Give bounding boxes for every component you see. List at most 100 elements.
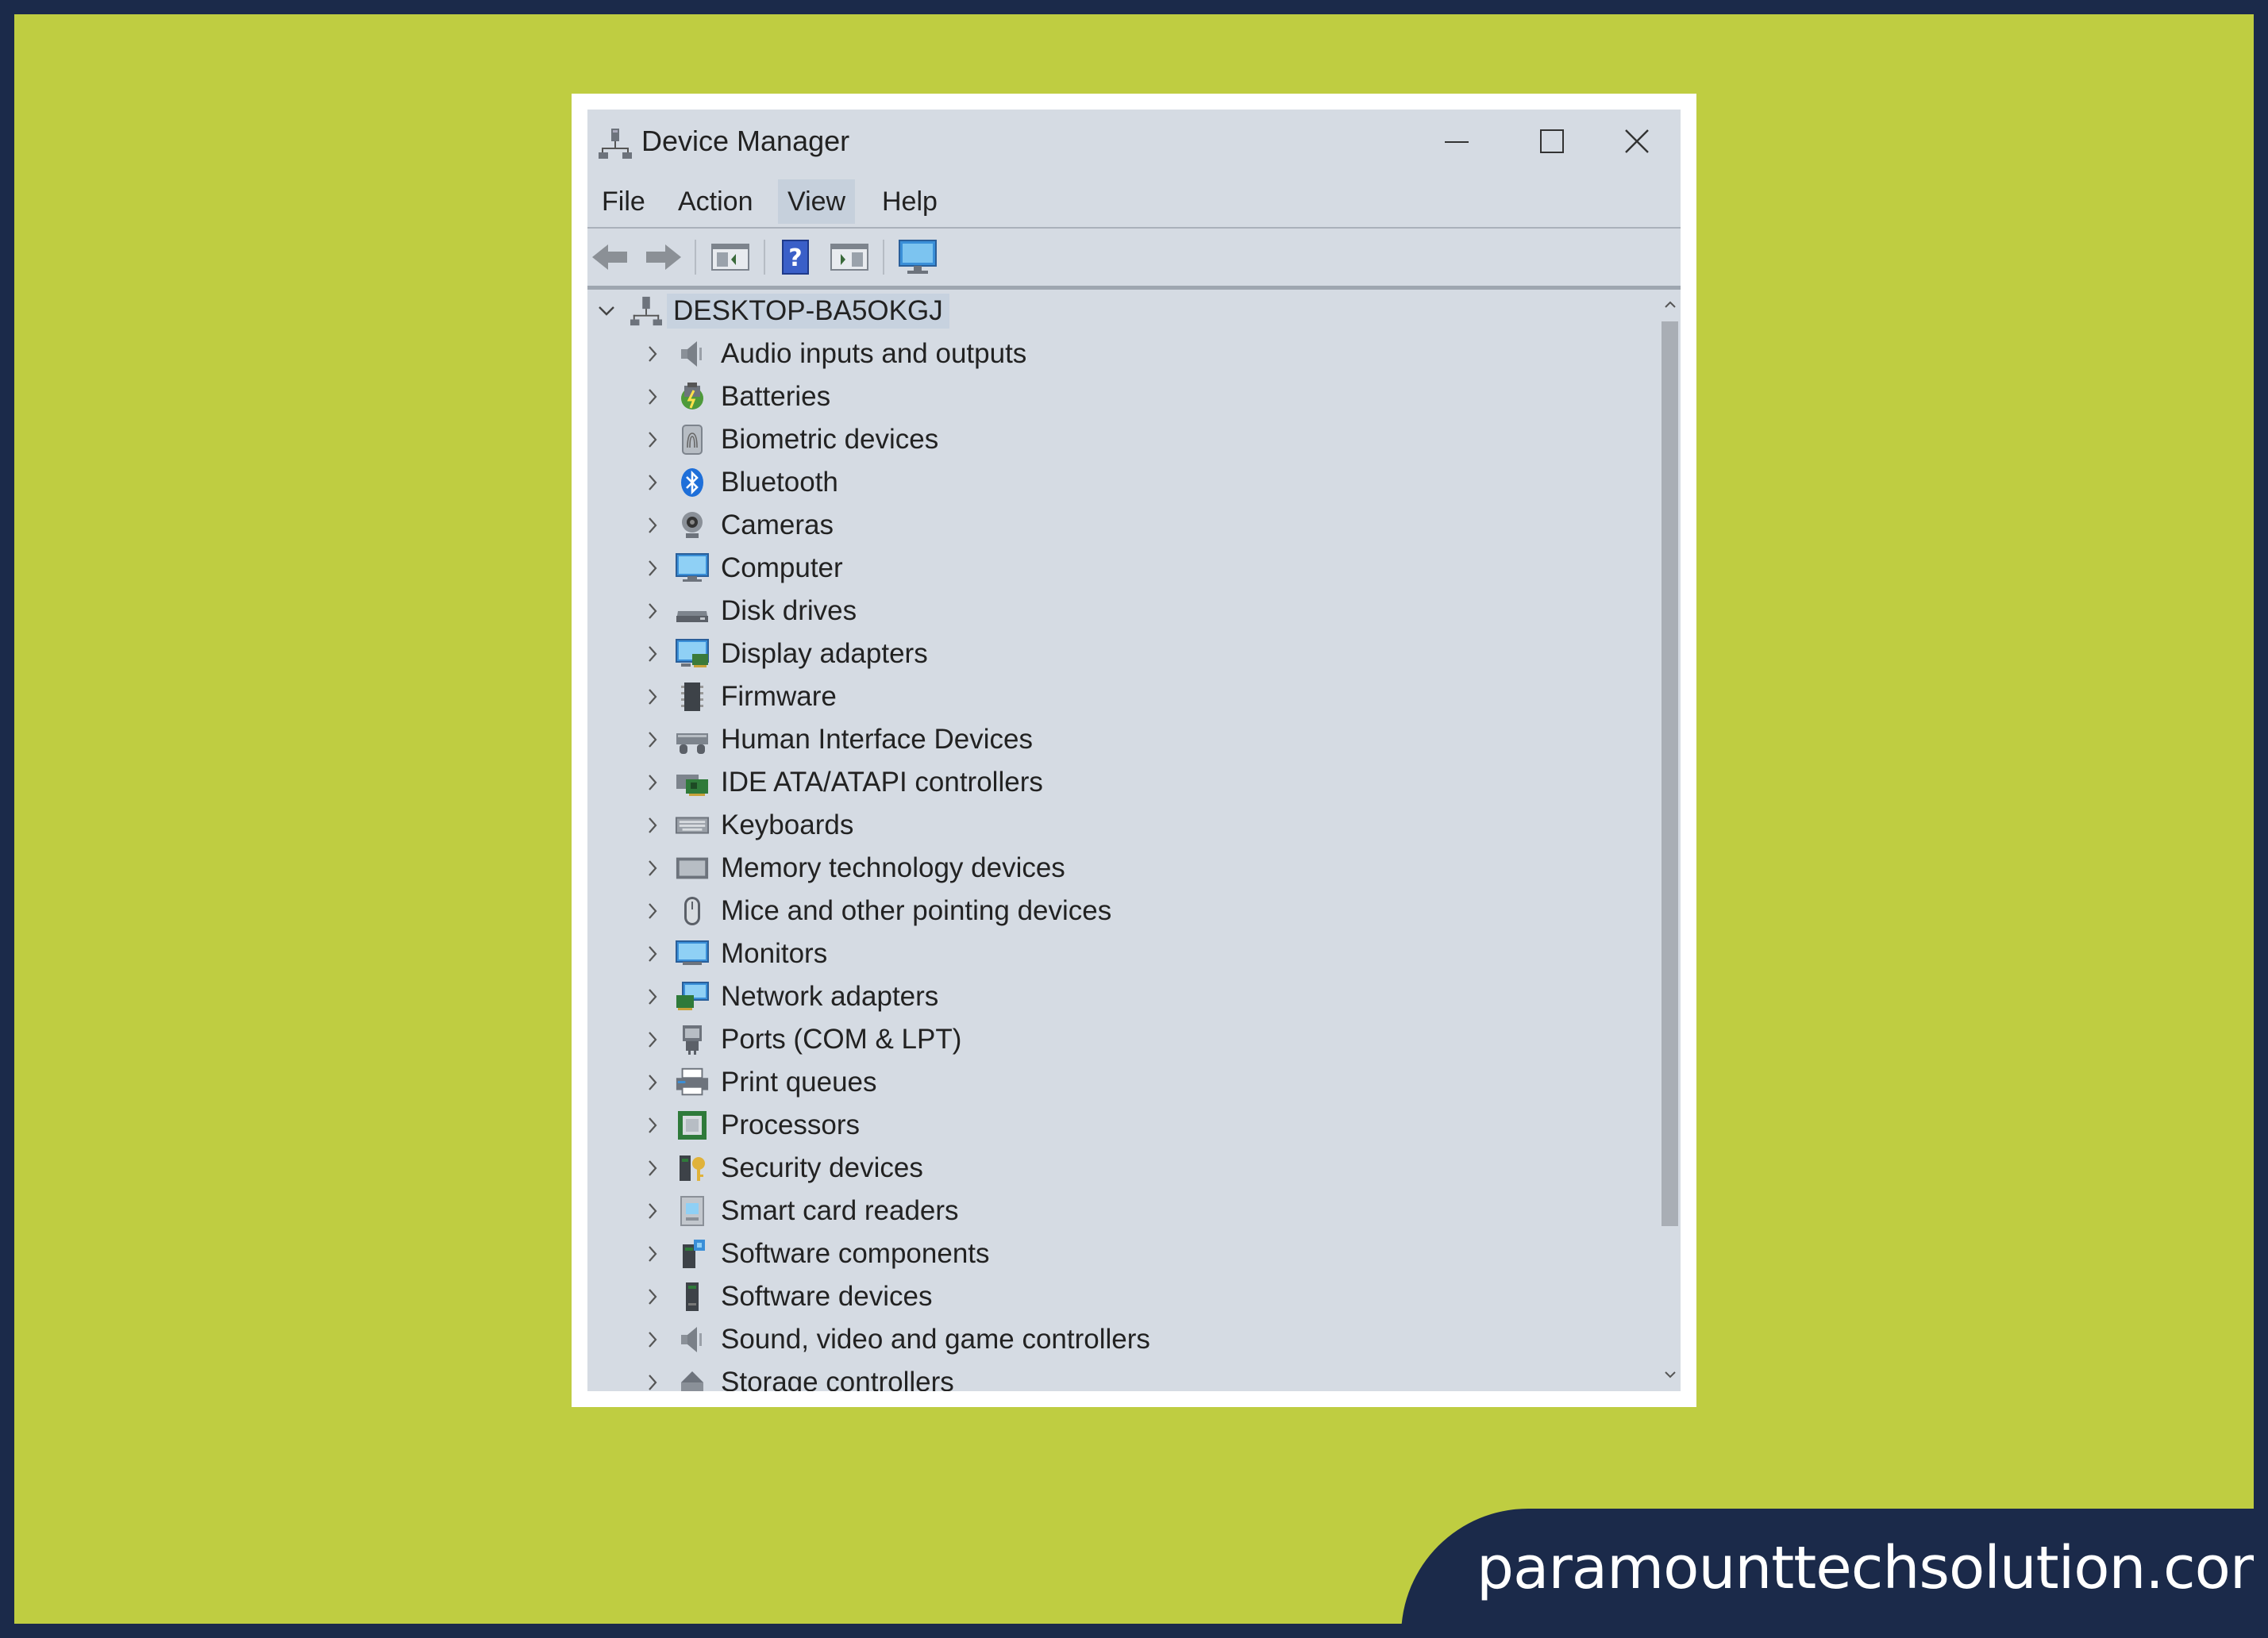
port-icon [675, 1022, 710, 1057]
tree-item[interactable]: Print queues [643, 1061, 877, 1104]
minimize-icon [1445, 141, 1469, 143]
scan-hardware-icon [899, 240, 937, 274]
tree-item[interactable]: Batteries [643, 375, 830, 418]
chevron-right-icon[interactable] [643, 1287, 662, 1306]
toolbar-separator [764, 240, 765, 275]
help-button[interactable]: ? [773, 236, 818, 278]
device-manager-icon [599, 129, 632, 159]
chevron-right-icon[interactable] [643, 1244, 662, 1263]
show-action-pane-button[interactable] [827, 236, 872, 278]
chevron-right-icon[interactable] [643, 344, 662, 363]
chevron-up-icon [1664, 301, 1676, 308]
tree-item-label: Network adapters [721, 981, 939, 1012]
chevron-right-icon[interactable] [643, 859, 662, 878]
tree-item[interactable]: Processors [643, 1104, 860, 1147]
chevron-right-icon[interactable] [643, 902, 662, 921]
tree-item-label: Security devices [721, 1152, 923, 1183]
close-button[interactable] [1589, 110, 1681, 173]
tree-item[interactable]: Monitors [643, 932, 827, 975]
tree-item[interactable]: Display adapters [643, 633, 928, 675]
chevron-right-icon[interactable] [643, 559, 662, 578]
tree-item[interactable]: Software devices [643, 1275, 933, 1318]
menu-action[interactable]: Action [668, 179, 763, 224]
chevron-right-icon[interactable] [643, 944, 662, 963]
svg-text:?: ? [788, 244, 802, 272]
maximize-button[interactable] [1504, 110, 1600, 173]
tree-item[interactable]: Biometric devices [643, 418, 938, 461]
tree-item[interactable]: Memory technology devices [643, 847, 1065, 890]
chevron-down-icon [1664, 1371, 1676, 1378]
chevron-right-icon[interactable] [643, 1159, 662, 1178]
scroll-up-button[interactable] [1659, 291, 1681, 318]
help-icon: ? [782, 240, 809, 275]
window-title: Device Manager [641, 125, 850, 157]
tree-root-label: DESKTOP-BA5OKGJ [667, 294, 949, 329]
tree-item-label: Software components [721, 1238, 990, 1269]
tree-item[interactable]: Smart card readers [643, 1190, 959, 1232]
tree-item[interactable]: Security devices [643, 1147, 923, 1190]
tree-item[interactable]: IDE ATA/ATAPI controllers [643, 761, 1043, 804]
chevron-right-icon[interactable] [643, 602, 662, 621]
tree-item-label: Firmware [721, 681, 837, 712]
tree-item-label: Processors [721, 1109, 861, 1140]
chevron-right-icon[interactable] [643, 473, 662, 492]
title-bar[interactable]: Device Manager [587, 110, 1681, 173]
show-hide-console-tree-button[interactable] [708, 236, 753, 278]
vertical-scrollbar[interactable] [1659, 290, 1681, 1391]
menu-view[interactable]: View [778, 179, 856, 224]
tree-item[interactable]: Ports (COM & LPT) [643, 1018, 961, 1061]
tree-item-label: Keyboards [721, 809, 854, 840]
chevron-down-icon[interactable] [597, 302, 616, 321]
tree-item[interactable]: Disk drives [643, 590, 857, 633]
monitor-icon [675, 551, 710, 586]
chevron-right-icon[interactable] [643, 773, 662, 792]
tree-item[interactable]: Keyboards [643, 804, 853, 847]
tree-item[interactable]: Network adapters [643, 975, 938, 1018]
device-tree: DESKTOP-BA5OKGJ Audio inputs and outputs… [587, 290, 1659, 1391]
network-adapter-icon [675, 979, 710, 1014]
chevron-right-icon[interactable] [643, 516, 662, 535]
tree-item[interactable]: Computer [643, 547, 843, 590]
chevron-right-icon[interactable] [643, 1373, 662, 1391]
screenshot-frame: Device Manager File Action View Help ? D… [572, 94, 1696, 1407]
tree-item-label: Sound, video and game controllers [721, 1324, 1150, 1355]
storage-controller-icon [675, 1365, 710, 1391]
tree-root-row[interactable]: DESKTOP-BA5OKGJ [597, 290, 949, 333]
console-tree-icon [711, 244, 749, 271]
tree-item[interactable]: Storage controllers [643, 1361, 954, 1391]
tree-item[interactable]: Audio inputs and outputs [643, 333, 1026, 375]
scan-hardware-changes-button[interactable] [895, 236, 940, 278]
tree-item[interactable]: Cameras [643, 504, 834, 547]
scroll-down-button[interactable] [1659, 1361, 1681, 1388]
chevron-right-icon[interactable] [643, 730, 662, 749]
toolbar: ? [587, 229, 1681, 290]
chevron-right-icon[interactable] [643, 387, 662, 406]
chevron-right-icon[interactable] [643, 987, 662, 1006]
chevron-right-icon[interactable] [643, 644, 662, 663]
chevron-right-icon[interactable] [643, 1030, 662, 1049]
chevron-right-icon[interactable] [643, 1330, 662, 1349]
software-device-icon [675, 1279, 710, 1314]
forward-button[interactable] [641, 236, 686, 278]
fingerprint-icon [675, 422, 710, 457]
menu-help[interactable]: Help [872, 179, 947, 224]
tree-item-label: IDE ATA/ATAPI controllers [721, 767, 1043, 798]
hid-icon [675, 722, 710, 757]
minimize-button[interactable] [1409, 110, 1504, 173]
tree-item[interactable]: Firmware [643, 675, 837, 718]
chevron-right-icon[interactable] [643, 1116, 662, 1135]
chevron-right-icon[interactable] [643, 1073, 662, 1092]
tree-item[interactable]: Software components [643, 1232, 990, 1275]
chevron-right-icon[interactable] [643, 1202, 662, 1221]
chevron-right-icon[interactable] [643, 816, 662, 835]
chevron-right-icon[interactable] [643, 687, 662, 706]
mouse-icon [675, 894, 710, 929]
menu-file[interactable]: File [592, 179, 655, 224]
tree-item[interactable]: Mice and other pointing devices [643, 890, 1111, 932]
tree-item[interactable]: Human Interface Devices [643, 718, 1033, 761]
scrollbar-thumb[interactable] [1662, 321, 1678, 1226]
back-button[interactable] [587, 236, 632, 278]
chevron-right-icon[interactable] [643, 430, 662, 449]
tree-item[interactable]: Sound, video and game controllers [643, 1318, 1150, 1361]
tree-item[interactable]: Bluetooth [643, 461, 838, 504]
